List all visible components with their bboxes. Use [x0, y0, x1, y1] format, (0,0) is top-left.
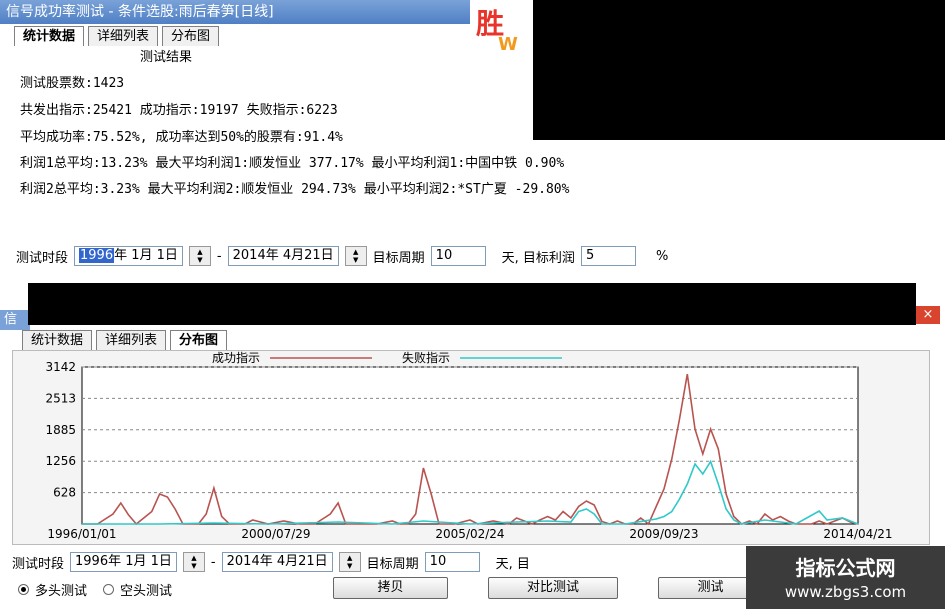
x-tick-label: 2005/02/24: [435, 527, 504, 541]
logo-sub: W: [498, 34, 518, 55]
tab-bar: 统计数据 详细列表 分布图: [14, 26, 220, 46]
x-tick-label: 2009/09/23: [629, 527, 698, 541]
stat-stock-count: 测试股票数:1423: [20, 76, 125, 91]
target-period-label: 目标周期: [372, 250, 425, 266]
close-icon[interactable]: ×: [916, 306, 940, 324]
end-date-input[interactable]: 2014年 4月21日: [221, 552, 333, 572]
radio-short-label: 空头测试: [120, 584, 173, 599]
tab-details[interactable]: 详细列表: [88, 26, 159, 46]
end-date-spinner[interactable]: ▲ ▼: [344, 246, 367, 266]
spin-up-icon: ▲: [352, 248, 359, 256]
watermark: 指标公式网 www.zbgs3.com: [746, 546, 945, 609]
period-label: 测试时段: [12, 556, 65, 572]
legend-label: 失败指示: [402, 350, 450, 365]
occlusion-bar: [28, 283, 916, 325]
stat-success-rate: 平均成功率:75.52%, 成功率达到50%的股票有:91.4%: [20, 130, 343, 145]
stat-profit2: 利润2总平均:3.23% 最大平均利润2:顺发恒业 294.73% 最小平均利润…: [20, 182, 570, 197]
tab-distribution[interactable]: 分布图: [170, 330, 228, 350]
x-tick-label: 1996/01/01: [47, 527, 116, 541]
start-date-spinner[interactable]: ▲ ▼: [182, 552, 205, 572]
y-tick-label: 2513: [45, 391, 76, 405]
plot-area: [81, 366, 859, 525]
watermark-title: 指标公式网: [795, 556, 896, 580]
spin-down-icon: ▼: [346, 562, 353, 570]
radio-short[interactable]: [103, 584, 115, 595]
button-row: 拷贝 对比测试 测试: [333, 577, 763, 599]
spin-up-icon: ▲: [191, 554, 197, 562]
y-tick-label: 3142: [45, 360, 76, 374]
y-tick-label: 1256: [45, 454, 76, 468]
start-date-spinner[interactable]: ▲ ▼: [188, 246, 211, 266]
x-tick-label: 2000/07/29: [241, 527, 310, 541]
tab-stats[interactable]: 统计数据: [22, 330, 93, 350]
range-dash: -: [216, 248, 222, 264]
start-date-rest: 年 1月 1日: [114, 248, 178, 263]
window-title: 信号成功率测试 - 条件选股:雨后春笋[日线]: [0, 0, 470, 24]
stat-signals: 共发出指示:25421 成功指示:19197 失败指示:6223: [20, 103, 338, 118]
tab-distribution[interactable]: 分布图: [162, 26, 220, 46]
window2-title: 信: [0, 310, 30, 330]
end-date-input[interactable]: 2014年 4月21日: [227, 246, 339, 266]
start-year: 1996: [79, 248, 115, 263]
y-tick-label: 1885: [45, 423, 76, 437]
spin-down-icon: ▼: [352, 256, 359, 264]
tab-details[interactable]: 详细列表: [96, 330, 167, 350]
tab-bar-2: 统计数据 详细列表 分布图: [22, 330, 228, 350]
target-period-input[interactable]: 10: [430, 246, 486, 266]
stats-window: 信号成功率测试 - 条件选股:雨后春笋[日线] 胜 W 统计数据 详细列表 分布…: [0, 0, 945, 300]
start-date-input[interactable]: 1996年 1月 1日: [74, 246, 183, 266]
period-controls-2: 测试时段 1996年 1月 1日 ▲ ▼ - 2014年 4月21日 ▲ ▼ 目标周…: [12, 552, 530, 572]
y-tick-label: 628: [53, 486, 76, 500]
x-tick-label: 2014/04/21: [823, 527, 892, 541]
logo: 胜 W: [470, 0, 540, 60]
percent-label: %: [655, 248, 669, 264]
radio-long[interactable]: [18, 584, 29, 595]
legend-label: 成功指示: [212, 350, 260, 365]
spin-up-icon: ▲: [197, 248, 203, 256]
spin-up-icon: ▲: [346, 554, 353, 562]
watermark-url: www.zbgs3.com: [784, 583, 907, 601]
tab-stats[interactable]: 统计数据: [14, 26, 85, 46]
days-label: 天, 目标利润: [501, 250, 575, 266]
test-mode-row: 多头测试 空头测试: [18, 580, 172, 599]
target-period-label: 目标周期: [366, 556, 419, 572]
period-controls: 测试时段 1996年 1月 1日 ▲ ▼ - 2014年 4月21日 ▲ ▼ 目标周…: [16, 246, 668, 266]
period-label: 测试时段: [16, 250, 69, 266]
spin-down-icon: ▼: [197, 256, 203, 264]
result-title: 测试结果: [140, 50, 193, 65]
spin-down-icon: ▼: [191, 562, 197, 570]
radio-long-label: 多头测试: [35, 584, 88, 599]
compare-test-button[interactable]: 对比测试: [488, 577, 618, 599]
stat-profit1: 利润1总平均:13.23% 最大平均利润1:顺发恒业 377.17% 最小平均利…: [20, 156, 565, 171]
target-period-input[interactable]: 10: [424, 552, 480, 572]
distribution-chart: 3142 2513 1885 1256 628 1996/01/01 2000/07/29 2…: [45, 350, 892, 541]
end-date-spinner[interactable]: ▲ ▼: [338, 552, 361, 572]
range-dash: -: [210, 554, 216, 570]
copy-button[interactable]: 拷贝: [333, 577, 448, 599]
start-date-input[interactable]: 1996年 1月 1日: [70, 552, 177, 572]
occlusion-box: [533, 0, 945, 140]
days-label: 天, 目: [495, 556, 530, 572]
target-profit-input[interactable]: 5: [580, 246, 636, 266]
